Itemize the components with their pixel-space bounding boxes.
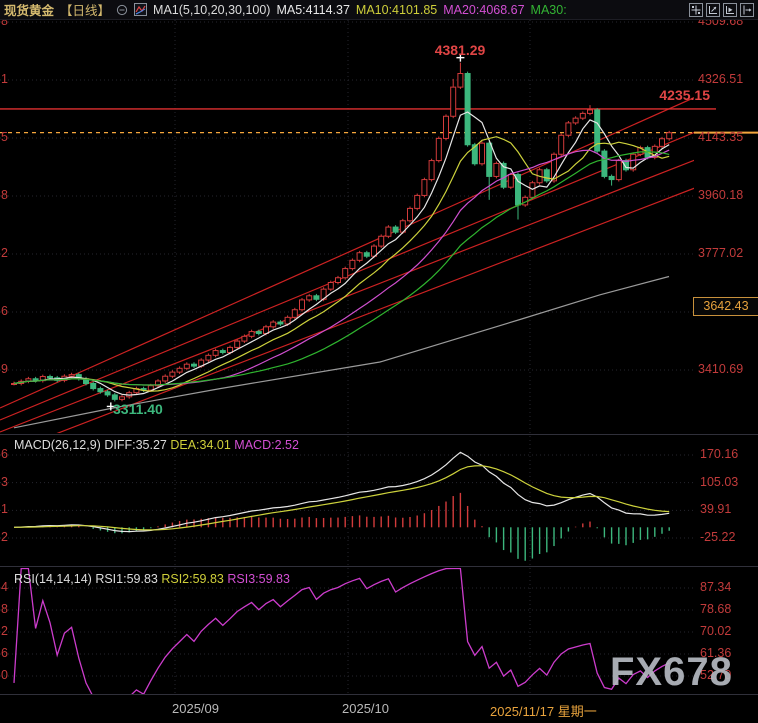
macd-axis-label: 39.91 (700, 502, 732, 517)
ma30-value: MA30: (530, 2, 567, 17)
macd-dea-value: DEA:34.01 (170, 438, 231, 452)
rsi3-value: RSI3:59.83 (227, 572, 290, 586)
crosshair-icon[interactable] (689, 2, 703, 17)
low-price-annotation: 3311.40 (113, 401, 163, 417)
clipped-left-axis-digit: 4 (1, 580, 8, 594)
axis-play-icon[interactable] (723, 2, 737, 17)
macd-title[interactable]: MACD(26,12,9) (14, 438, 101, 452)
clipped-left-axis-digit: 5 (1, 130, 8, 144)
indicator-icon[interactable] (134, 3, 148, 16)
macd-panel-header: MACD(26,12,9) DIFF:35.27 DEA:34.01 MACD:… (14, 438, 299, 452)
ma10-value: MA10:4101.85 (355, 2, 438, 17)
macd-diff-value: DIFF:35.27 (104, 438, 167, 452)
clipped-left-axis-digit: 6 (1, 447, 8, 461)
macd-axis-label: -25.22 (700, 530, 736, 544)
clipped-left-axis-digit: 0 (1, 668, 8, 682)
clipped-left-axis-digit: 8 (1, 602, 8, 616)
axis-zoom-icon[interactable] (706, 2, 720, 17)
alert-price-label[interactable]: 3642.43 (693, 297, 758, 316)
clipped-left-axis-digit: 1 (1, 502, 8, 517)
trading-app: 现货黄金 【日线】 MA1(5,10,20,30,100) MA5:4114.3… (0, 0, 758, 723)
macd-value: MACD:2.52 (234, 438, 299, 452)
clipped-left-axis-digit: 6 (1, 646, 8, 660)
macd-axis-label: 170.16 (700, 447, 739, 461)
fx678-watermark: FX678 (610, 650, 733, 694)
rsi-axis-label: 78.68 (700, 602, 732, 616)
price-levels-layer (0, 108, 758, 134)
rsi2-value: RSI2:59.83 (161, 572, 224, 586)
ma20-value: MA20:4068.67 (443, 2, 525, 17)
ma-settings-label[interactable]: MA1(5,10,20,30,100) (153, 3, 270, 17)
price-axis-label: 4326.51 (698, 72, 744, 86)
peak-price-annotation: 4381.29 (434, 42, 486, 58)
clipped-left-axis-digit: 1 (1, 72, 8, 86)
symbol-title: 现货黄金 (4, 4, 55, 18)
extreme-markers (106, 53, 465, 411)
clipped-left-axis-digit: 2 (1, 246, 8, 260)
chart-canvas[interactable] (0, 0, 758, 723)
clipped-left-axis-digit: 2 (1, 530, 8, 544)
rsi-axis-label: 87.34 (700, 580, 732, 594)
clipped-left-axis-digit: 6 (1, 304, 8, 318)
price-axis-label: 3410.69 (698, 362, 744, 376)
price-axis-label: 3777.02 (698, 246, 744, 260)
macd-layer (13, 451, 670, 561)
rsi1-value: RSI1:59.83 (95, 572, 158, 586)
time-axis-label: 2025/09 (172, 701, 219, 716)
price-axis-label: 3960.18 (698, 188, 744, 202)
candles-layer (11, 62, 673, 402)
rsi-panel-header: RSI(14,14,14) RSI1:59.83 RSI2:59.83 RSI3… (14, 572, 290, 586)
period-label: 【日线】 (60, 4, 111, 18)
macd-axis-label: 105.03 (700, 474, 739, 489)
time-axis-label-current: 2025/11/17 星期一 (490, 704, 597, 719)
ma5-value: MA5:4114.37 (276, 2, 350, 17)
chart-header-bar: 现货黄金 【日线】 MA1(5,10,20,30,100) MA5:4114.3… (0, 0, 758, 20)
rsi-axis-label: 70.02 (700, 624, 732, 638)
clipped-left-axis-digit: 3 (1, 474, 8, 489)
time-axis-label: 2025/10 (342, 701, 389, 716)
clipped-left-axis-digit: 2 (1, 624, 8, 638)
clipped-left-axis-digit: 8 (1, 188, 8, 202)
resistance-price-annotation: 4235.15 (659, 87, 710, 103)
collapse-icon[interactable] (116, 4, 128, 16)
collapse-panel-icon[interactable] (740, 2, 754, 17)
rsi-title[interactable]: RSI(14,14,14) (14, 572, 92, 586)
chart-toolbar (689, 2, 754, 17)
clipped-left-axis-digit: 9 (1, 362, 8, 376)
price-axis-label: 4143.35 (698, 130, 744, 144)
